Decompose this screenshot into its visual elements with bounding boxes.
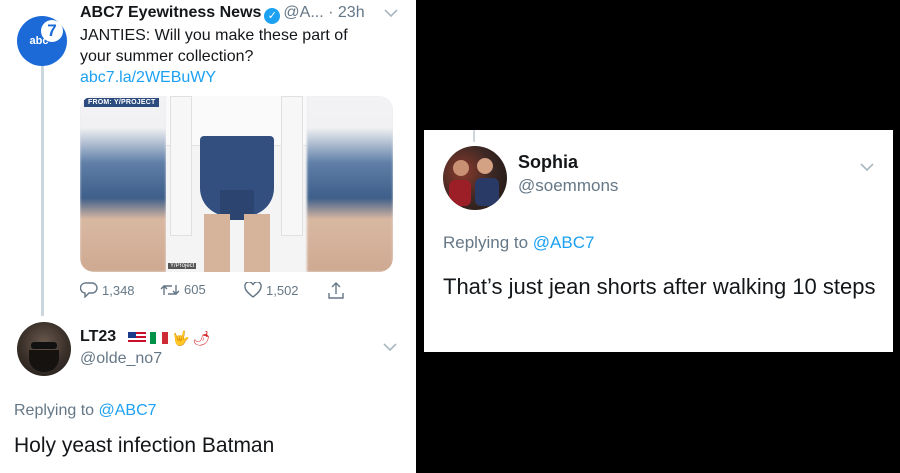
us-flag-icon (128, 332, 146, 344)
left-screenshot-panel: abc 7 ABC7 Eyewitness News ✓ @A... · 23h J… (0, 0, 416, 473)
media-blurred-right (307, 96, 393, 272)
love-you-hand-icon: 🤟 (172, 330, 193, 346)
media-source-tag: FROM: Y/PROJECT (84, 98, 160, 107)
replying-to-label: Replying to (443, 233, 533, 252)
tweet-text: JANTIES: Will you make these part of you… (80, 25, 380, 88)
thread-connector-line (473, 130, 475, 142)
sophia-avatar[interactable] (443, 146, 507, 210)
avatar-figure (475, 178, 499, 206)
replying-to-mention[interactable]: @ABC7 (533, 233, 595, 252)
right-leg (244, 214, 270, 272)
share-icon (328, 282, 344, 299)
reply-author-emojis: 🤟🌶 (128, 330, 213, 347)
reply-action[interactable]: 1,348 (80, 282, 135, 298)
media-center-photo (166, 96, 307, 272)
tweet-link[interactable]: abc7.la/2WEBuWY (80, 69, 216, 86)
heart-icon (244, 282, 262, 298)
retweet-action[interactable]: 605 (160, 282, 206, 297)
media-blurred-left (80, 96, 166, 272)
denim-shorts (200, 136, 274, 220)
share-action[interactable] (328, 282, 344, 299)
left-sleeve (170, 96, 192, 236)
chevron-down-icon[interactable] (383, 340, 397, 355)
reply-author-handle[interactable]: @soemmons (518, 176, 618, 196)
reply-author-handle[interactable]: @olde_no7 (80, 350, 162, 368)
reply-icon (80, 282, 98, 298)
media-credit: Y/Project (168, 263, 197, 269)
avatar-figure (477, 158, 493, 174)
tweet-timestamp[interactable]: 23h (338, 4, 365, 21)
replying-to-line: Replying to @ABC7 (443, 233, 594, 253)
chili-pepper-icon: 🌶 (192, 330, 214, 346)
chevron-down-icon[interactable] (384, 6, 398, 21)
retweet-count: 605 (184, 282, 206, 297)
thread-connector-line (41, 58, 44, 316)
reply-text: That’s just jean shorts after walking 10… (443, 274, 876, 299)
retweet-icon (160, 283, 180, 297)
tweet-actions: 1,348 605 1,502 (80, 282, 380, 302)
author-handle[interactable]: @A... (283, 4, 323, 21)
tweet-text-body: JANTIES: Will you make these part of you… (80, 27, 348, 65)
replying-to-label: Replying to (14, 402, 99, 419)
left-leg (204, 214, 230, 272)
abc7-avatar[interactable]: abc 7 (17, 16, 67, 66)
replying-to-mention[interactable]: @ABC7 (99, 402, 157, 419)
avatar-glasses (31, 342, 57, 349)
chevron-down-icon[interactable] (860, 160, 874, 175)
tweet-header: ABC7 Eyewitness News ✓ @A... · 23h (80, 4, 410, 24)
like-count: 1,502 (266, 282, 299, 298)
abc-logo-number: 7 (41, 20, 63, 42)
italy-flag-icon (150, 332, 168, 344)
avatar-beard (29, 350, 59, 372)
reply-author-name[interactable]: LT23 (80, 328, 116, 346)
like-action[interactable]: 1,502 (244, 282, 299, 298)
tweet-media-image[interactable]: FROM: Y/PROJECT Y/Project (80, 96, 393, 272)
lt23-avatar[interactable] (17, 322, 71, 376)
author-name[interactable]: ABC7 Eyewitness News (80, 4, 261, 21)
avatar-figure (453, 160, 469, 176)
verified-badge-icon: ✓ (264, 8, 281, 24)
right-screenshot-card: Sophia @soemmons Replying to @ABC7 That’… (424, 130, 893, 352)
replying-to-line: Replying to @ABC7 (14, 402, 157, 420)
right-sleeve (281, 96, 303, 236)
reply-author-name[interactable]: Sophia (518, 152, 578, 173)
reply-count: 1,348 (102, 282, 135, 298)
reply-text: Holy yeast infection Batman (14, 434, 275, 457)
tweet-separator: · (328, 4, 334, 21)
avatar-figure (449, 180, 471, 206)
